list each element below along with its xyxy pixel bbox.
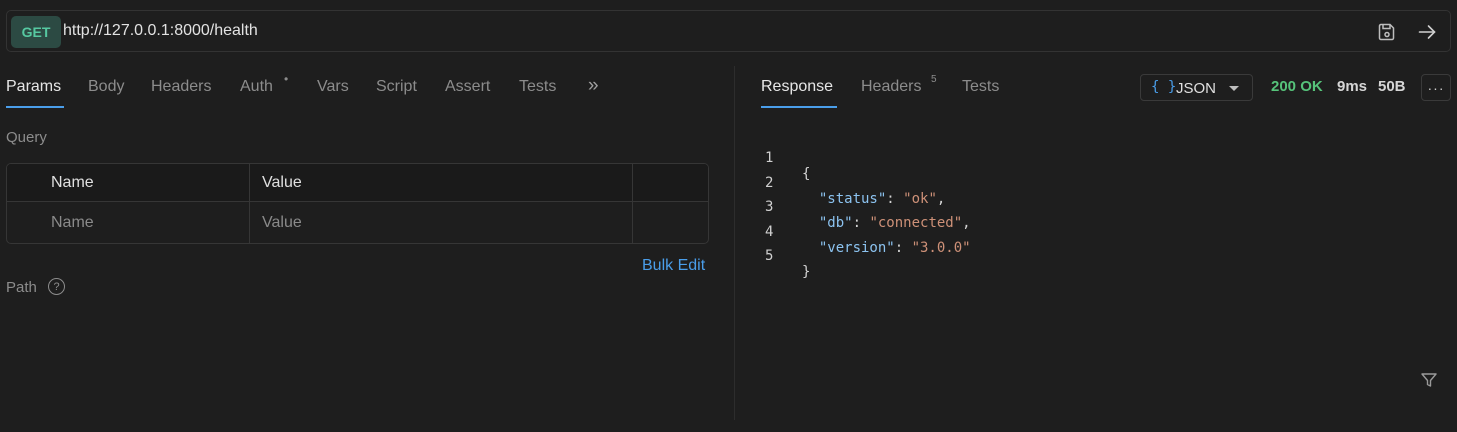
json-braces-icon: { } xyxy=(1151,79,1177,95)
tab-auth[interactable]: Auth xyxy=(240,78,273,96)
tab-assert[interactable]: Assert xyxy=(445,78,490,96)
response-time: 9ms xyxy=(1337,78,1368,95)
tab-tests[interactable]: Tests xyxy=(519,78,556,96)
column-divider xyxy=(249,164,250,243)
save-icon xyxy=(1378,23,1395,41)
tab-vars[interactable]: Vars xyxy=(317,78,349,96)
pane-divider[interactable] xyxy=(734,66,735,420)
param-name-input[interactable]: Name xyxy=(51,214,94,232)
tab-response[interactable]: Response xyxy=(761,78,833,96)
url-input[interactable]: http://127.0.0.1:8000/health xyxy=(63,22,258,40)
chevron-down-icon xyxy=(1229,86,1239,91)
query-params-table: Name Value Name Value xyxy=(6,163,709,244)
json-key: "db" xyxy=(818,215,853,231)
help-circle-icon[interactable]: ? xyxy=(48,278,65,295)
code-line: 3 "db": "connected", xyxy=(760,183,971,231)
code-text: "status": "ok", xyxy=(818,191,946,207)
chevrons-right-icon[interactable]: » xyxy=(588,75,599,97)
column-divider xyxy=(632,164,633,243)
query-label: Query xyxy=(6,129,47,146)
method-selector[interactable]: GET xyxy=(11,16,61,48)
column-header-name: Name xyxy=(51,174,94,191)
send-button[interactable] xyxy=(1415,20,1439,44)
json-key: "version" xyxy=(818,240,895,256)
filter-icon xyxy=(1421,373,1437,387)
active-tab-indicator xyxy=(761,106,837,108)
response-format-label: JSON xyxy=(1176,80,1217,97)
send-arrow-icon xyxy=(1418,25,1436,39)
param-value-input[interactable]: Value xyxy=(262,214,302,232)
tab-script[interactable]: Script xyxy=(376,78,417,96)
active-tab-indicator xyxy=(6,106,64,108)
status-code: 200 OK xyxy=(1271,78,1323,95)
json-key: "status" xyxy=(818,191,887,207)
bulk-edit-link[interactable]: Bulk Edit xyxy=(642,257,705,275)
code-line: 5 } xyxy=(760,232,811,280)
code-line: 4 "version": "3.0.0" xyxy=(760,208,971,256)
line-number: 5 xyxy=(765,248,774,264)
tab-response-tests[interactable]: Tests xyxy=(962,78,999,96)
table-header xyxy=(7,164,708,202)
headers-count-badge: 5 xyxy=(931,74,937,85)
request-pane-app: GET http://127.0.0.1:8000/health Params … xyxy=(0,0,1457,432)
code-text: "db": "connected", xyxy=(818,215,971,231)
url-bar: GET http://127.0.0.1:8000/health xyxy=(6,10,1451,52)
response-size: 50B xyxy=(1378,78,1406,95)
path-label: Path xyxy=(6,279,37,296)
auth-indicator-dot: • xyxy=(284,72,289,86)
more-horizontal-icon[interactable]: ··· xyxy=(1421,74,1451,101)
tab-headers[interactable]: Headers xyxy=(151,78,211,96)
response-format-select[interactable]: { } JSON xyxy=(1140,74,1253,101)
json-value: "3.0.0" xyxy=(911,240,971,256)
code-text: } xyxy=(802,264,811,280)
code-text: "version": "3.0.0" xyxy=(818,240,971,256)
code-line: 2 "status": "ok", xyxy=(760,159,945,207)
json-value: "connected" xyxy=(869,215,963,231)
code-line: 1 { xyxy=(760,134,811,182)
tab-params[interactable]: Params xyxy=(6,78,61,96)
save-button[interactable] xyxy=(1375,20,1399,44)
column-header-value: Value xyxy=(262,174,302,191)
tab-body[interactable]: Body xyxy=(88,78,124,96)
json-value: "ok" xyxy=(903,191,937,207)
tab-response-headers[interactable]: Headers xyxy=(861,78,921,96)
filter-button[interactable] xyxy=(1419,370,1439,390)
